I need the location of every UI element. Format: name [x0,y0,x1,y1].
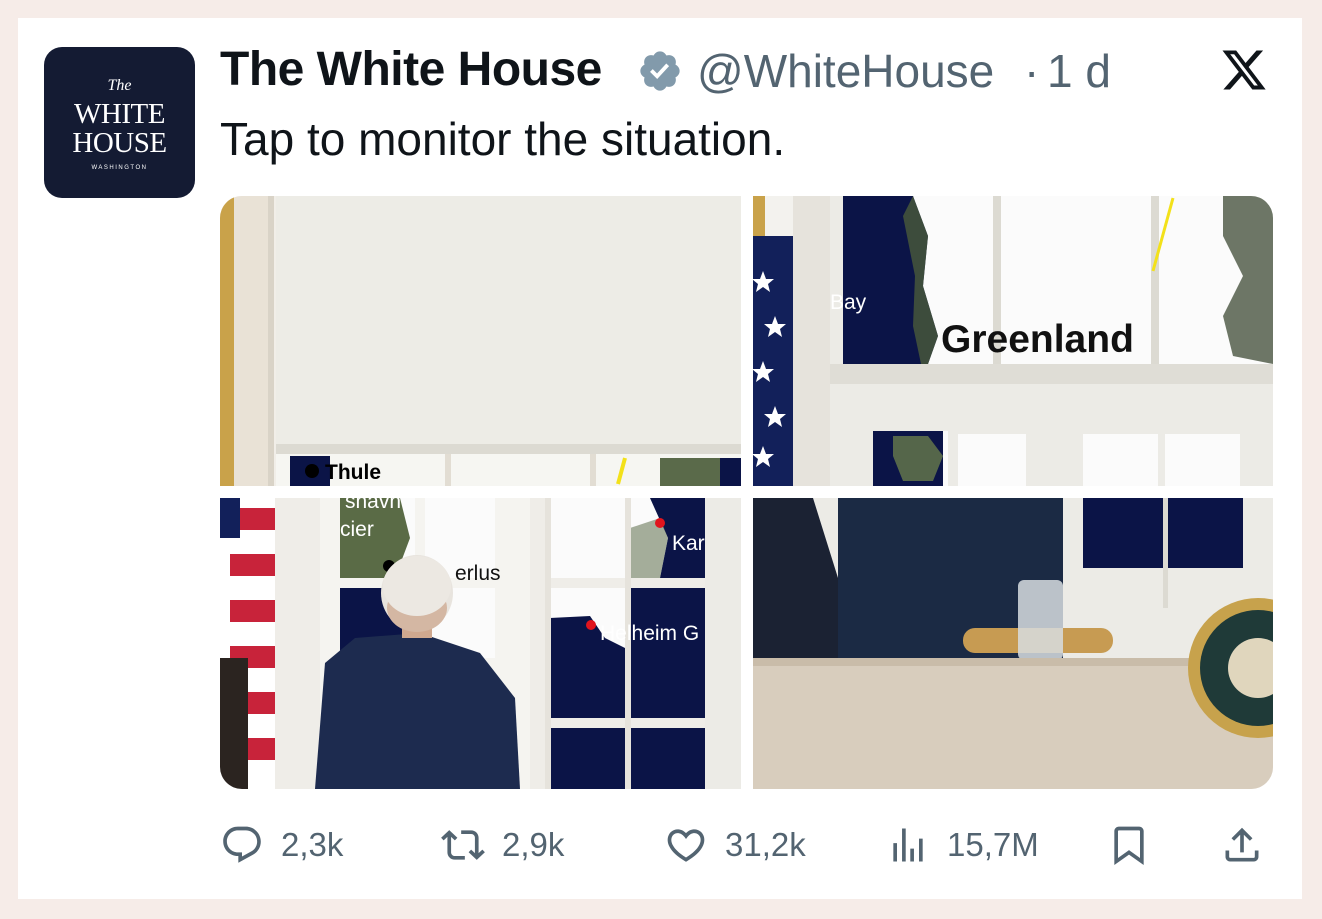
heart-icon [667,829,705,862]
separator-dot: · [1024,45,1040,97]
avatar-logo-line: The [107,77,132,94]
map-label-kar: Kar [672,532,705,555]
media-image-4[interactable] [753,498,1273,789]
views-button[interactable]: 15,7M [886,820,1039,870]
views-count: 15,7M [947,826,1039,863]
media-grid: Thule Bay Greenland shavn cier erlus Kar… [220,196,1273,789]
map-label-shavn: shavn [345,498,401,513]
action-bar: 2,3k 2,9k 31,2k 15,7M [0,820,1322,870]
avatar-logo-line: WHITE [74,98,165,130]
avatar-logo-line: WASHINGTON [91,165,148,171]
media-image-2[interactable]: Bay Greenland [753,196,1273,486]
avatar[interactable]: The WHITE HOUSE WASHINGTON [44,47,195,198]
reply-count: 2,3k [281,826,344,863]
verified-badge-icon [640,51,680,91]
share-button[interactable] [1220,820,1281,870]
map-label-thule: Thule [325,461,381,484]
repost-icon [441,830,485,860]
repost-count: 2,9k [502,826,565,863]
map-label-nerlus: erlus [455,562,501,585]
reply-button[interactable]: 2,3k [220,820,343,870]
timestamp[interactable]: 1 d [1047,44,1111,98]
media-image-1[interactable]: Thule [220,196,741,486]
tweet-text: Tap to monitor the situation. [220,113,786,165]
x-logo-icon [1222,50,1266,90]
map-label-helheim: Helheim G [600,622,699,645]
media-image-3[interactable]: shavn cier erlus Kar Helheim G [220,498,741,789]
map-label-cier: cier [340,518,374,541]
repost-button[interactable]: 2,9k [441,820,564,870]
share-icon [1225,827,1259,862]
reply-icon [223,826,261,863]
author-handle[interactable]: @WhiteHouse [697,44,994,98]
map-label-bay: Bay [830,291,867,314]
like-count: 31,2k [725,826,806,863]
bookmark-icon [1114,826,1144,866]
bookmark-button[interactable] [1107,820,1168,870]
map-label-greenland: Greenland [941,318,1134,361]
avatar-logo-line: HOUSE [72,127,167,159]
like-button[interactable]: 31,2k [664,820,806,870]
author-name[interactable]: The White House [220,42,602,97]
views-icon [893,828,923,862]
